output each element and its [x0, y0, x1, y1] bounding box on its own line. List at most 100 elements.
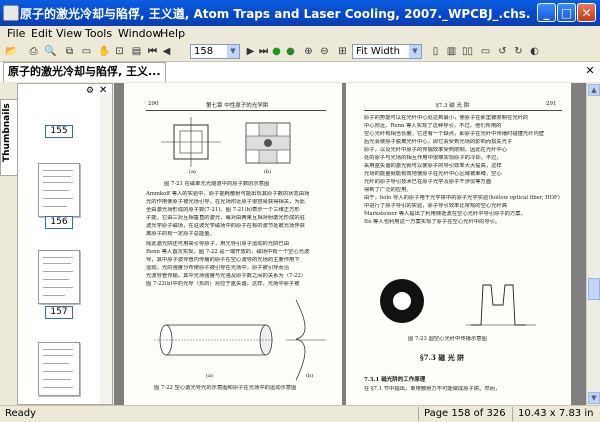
text-line: 导，其中原子波导管内传播的原子在空心波导的光场的主要作用下 [146, 257, 300, 263]
zoom-rect-icon[interactable]: ⊡ [113, 45, 126, 58]
thumbnail-label: 155 [45, 125, 73, 138]
text-line: 空心光纤有相当长度，它还有一个缺点，即原子在光纤中传播时碰撞光纤内壁 [364, 131, 545, 137]
page-number-left: 290 [148, 101, 159, 107]
document-tab-row: 原子的激光冷却与陷俘, 王义... ✕ [0, 62, 600, 82]
text-line: 后光会使原子脱离光纤中心，即它会受到光场的影响而损失光子 [364, 139, 513, 145]
thumbnail-pane[interactable]: ⚙ ✕ 155 156 157 [17, 83, 113, 405]
status-bar: Ready Page 158 of 326 10.43 x 7.83 in [0, 405, 600, 422]
maximize-button[interactable]: □ [557, 3, 576, 22]
continuous-icon[interactable]: ▥ [445, 45, 458, 58]
zoom-in-icon[interactable]: ⊕ [302, 45, 315, 58]
text-line: 由于，hole 导入的原子用于光学阱中的原子光学实验(hollow optica… [364, 195, 560, 201]
chevron-down-icon[interactable]: ▼ [409, 45, 421, 58]
running-title-right: §7.3 磁 光 阱 [436, 103, 470, 109]
settings-icon[interactable]: ⚙ [86, 86, 94, 96]
thumbnails-tab-label: Thumbnails [2, 103, 12, 162]
text-line: 图 7-22(b)中的光导（负的）对应于蓝失谐，这样，光场中原子被 [146, 281, 300, 287]
text-line: Ito 等人也利用这一方案实现了原子在空心光纤中的导引。 [364, 219, 501, 225]
app-icon[interactable] [3, 5, 19, 21]
figure-caption: 图 7-23 圆空心光纤中传播示意图 [408, 336, 487, 342]
text-line: 波光学原子磁场，在驻波光学磁场中的原子在有的波节处被光场俘获 [146, 223, 305, 229]
single-page-icon[interactable]: ▯ [429, 45, 442, 58]
previous-page-icon[interactable]: ◀ [160, 45, 173, 58]
thumbnail-label: 156 [45, 216, 73, 229]
scrollbar-thumb[interactable] [588, 278, 600, 300]
text-line: 中心附近。Renn 等人实现了这种导引，不过，他们所用的 [364, 123, 502, 129]
print-icon[interactable]: ⎙ [27, 45, 40, 58]
page-number-value: 158 [194, 46, 214, 57]
figure-7-22: (a) (b) [154, 299, 326, 381]
menu-view[interactable]: View [56, 27, 82, 40]
select-icon[interactable]: ▭ [80, 45, 93, 58]
menu-edit[interactable]: Edit [31, 27, 52, 40]
text-line: 原子的势能可以在光纤中心处达到最小，使原子在那里被限制在光纤的 [364, 115, 529, 121]
document-view[interactable]: 290 第七章 中性原子的光学阱 (a) (b) 图 7-21 在磁单元光隧道中… [114, 83, 586, 405]
toolbar: 📂 ⎙ 🔍 ⧉ ▭ ✋ ⊡ ▤ ⏮ ◀ 158 ▼ ▶ ⏭ ● ● ⊕ ⊖ ⊞ … [0, 42, 600, 62]
thumbnail-page[interactable] [38, 342, 80, 396]
back-icon[interactable]: ● [270, 45, 283, 58]
rotate-right-icon[interactable]: ↻ [512, 45, 525, 58]
scroll-down-icon[interactable]: ▼ [588, 392, 600, 404]
svg-text:(a): (a) [206, 372, 213, 379]
menu-tools[interactable]: Tools [85, 27, 112, 40]
status-page: Page 158 of 326 [424, 408, 506, 419]
display-mode-icon[interactable]: ◐ [528, 45, 541, 58]
text-line: 除此激光阱还可用来引导原子，用光导引原子运动的光阱已由 [146, 241, 290, 247]
text-line: 原子，以及光纤中原子的传输效率受到限制，因此在光纤中心 [364, 147, 508, 153]
text-line: Marksteiner 等人提出了利用倏逝波在空心光纤中导引原子的方案， [364, 211, 526, 217]
thumbnail-label: 157 [45, 306, 73, 319]
text-line: 采用蓝失谐的激光就可以使原子的导引效率大大提高，这样 [364, 163, 502, 169]
rotate-left-icon[interactable]: ↺ [496, 45, 509, 58]
document-tab[interactable]: 原子的激光冷却与陷俘, 王义... [3, 62, 166, 82]
text-line: 在 §7.1 节中指出，单用散射力不可能做成原子阱。然而， [364, 386, 501, 392]
window-title: 原子的激光冷却与陷俘, 王义遒, Atom Traps and Laser Co… [20, 7, 530, 21]
svg-text:(a): (a) [189, 168, 196, 175]
zoom-out-icon[interactable]: ⊖ [318, 45, 331, 58]
status-ready: Ready [5, 408, 37, 419]
fit-page-icon[interactable]: ⊞ [336, 45, 349, 58]
menu-window[interactable]: Window [118, 27, 161, 40]
last-page-icon[interactable]: ⏭ [257, 45, 270, 58]
page-number-combo[interactable]: 158 ▼ [190, 44, 240, 59]
open-icon[interactable]: 📂 [5, 45, 18, 58]
hand-icon[interactable]: ✋ [98, 45, 111, 58]
thumbnail-page[interactable] [38, 250, 80, 304]
copy-icon[interactable]: ⧉ [63, 45, 76, 58]
text-line: 光波导管传输，其中光场强度与光强及原子数之间的关系为（7-22） [146, 273, 307, 279]
text-line: 中进行了原子导引的实验，原子导引效率比常规的空心光纤高 [364, 203, 508, 209]
text-line: 光纤的原子导引技术已在原子光学及原子干涉仪等方面 [364, 179, 492, 185]
sidebar-toggle-icon[interactable]: ▤ [130, 45, 143, 58]
zoom-combo[interactable]: Fit Width ▼ [352, 44, 422, 59]
menu-file[interactable]: File [7, 27, 25, 40]
minimize-button[interactable]: _ [537, 3, 556, 22]
close-tab-icon[interactable]: ✕ [584, 65, 596, 77]
text-line: 光场的能量就能有效地使原子在光纤中心区域被束缚，空心 [364, 171, 502, 177]
thumbnails-tab[interactable]: Thumbnails [0, 99, 17, 176]
text-line: 处的原子与光场的相互作用中很难实现原子的冷却。不过， [364, 155, 502, 161]
page-number-right: 291 [546, 101, 557, 107]
next-page-icon[interactable]: ▶ [244, 45, 257, 58]
page-left: 290 第七章 中性原子的光学阱 (a) (b) 图 7-21 在磁单元光隧道中… [124, 83, 342, 405]
running-title-left: 第七章 中性原子的光学阱 [206, 103, 269, 109]
close-button[interactable]: ✕ [577, 3, 596, 22]
zoom-value: Fit Width [356, 46, 400, 57]
chevron-down-icon[interactable]: ▼ [227, 45, 239, 58]
text-line: 运动。光的强度分布使原子被引导在光场中，原子被引导而沿 [146, 265, 290, 271]
scroll-up-icon[interactable]: ▲ [588, 84, 600, 96]
text-line: 离原子的有一定原子总能量。 [146, 231, 215, 237]
menu-help[interactable]: Help [160, 27, 185, 40]
vertical-scrollbar[interactable]: ▲ ▼ [586, 83, 600, 405]
text-line: 光的作用使原子被光场引导，在光场附近原子很容易获得相关，为此 [146, 199, 305, 205]
first-page-icon[interactable]: ⏮ [146, 45, 159, 58]
find-icon[interactable]: 🔍 [44, 45, 57, 58]
figure-7-21: (a) (b) [161, 117, 291, 175]
sidebar: Thumbnails ⚙ ✕ 155 156 157 [0, 83, 113, 405]
thumbnail-scrollbar[interactable] [100, 94, 112, 404]
cover-page-icon[interactable]: ▭ [479, 45, 492, 58]
forward-icon[interactable]: ● [284, 45, 297, 58]
thumbnail-page[interactable] [38, 163, 80, 217]
menu-bar: File Edit View Tools Window Help [0, 26, 600, 42]
facing-pages-icon[interactable]: ▯▯ [461, 45, 474, 58]
text-line: Ammkoff 等人的实验中，原子能耗散射可能出现其原子数的状态由场 [146, 191, 310, 197]
document-tab-label: 原子的激光冷却与陷俘, 王义... [8, 65, 161, 78]
